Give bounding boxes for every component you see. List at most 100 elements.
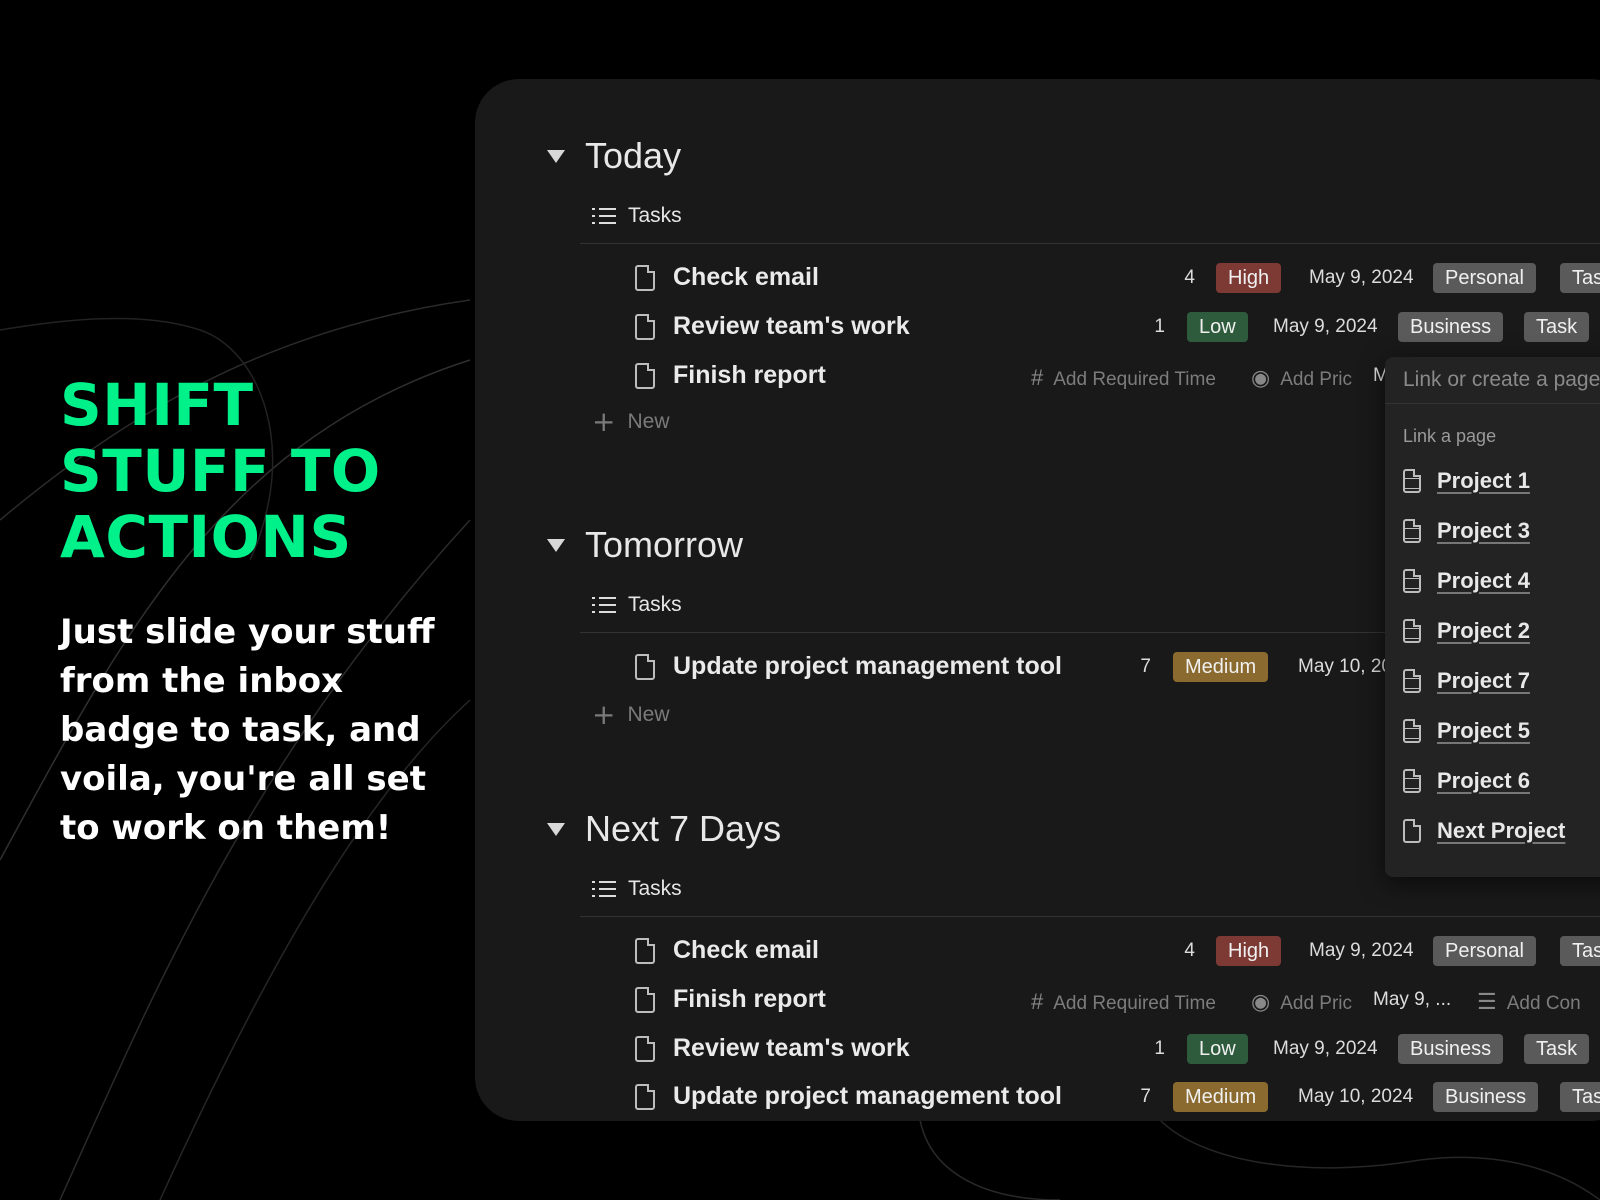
view-label: Tasks bbox=[628, 593, 682, 616]
section-toggle-tomorrow[interactable]: Tomorrow bbox=[547, 520, 743, 570]
priority-badge[interactable]: Low bbox=[1187, 1034, 1248, 1064]
view-label: Tasks bbox=[628, 204, 682, 227]
popup-item-project-1[interactable]: Project 1 bbox=[1385, 456, 1600, 506]
table-row[interactable]: Review team's work 1 Low May 9, 2024 Bus… bbox=[635, 308, 1600, 348]
table-row[interactable]: Finish report # Add Required Time ◉ Add Pr… bbox=[635, 981, 1600, 1021]
hero-body: Just slide your stuff from the inbox bad… bbox=[60, 612, 435, 848]
hash-icon: # bbox=[1031, 365, 1044, 390]
required-time[interactable]: 7 bbox=[1121, 656, 1151, 678]
required-time[interactable]: 7 bbox=[1121, 1086, 1151, 1108]
due-date[interactable]: May 9, ... bbox=[1373, 989, 1451, 1011]
popup-item-label: Next Project bbox=[1437, 818, 1566, 843]
view-tab-tasks[interactable]: Tasks bbox=[592, 874, 682, 904]
popup-item-project-2[interactable]: Project 2 bbox=[1385, 606, 1600, 656]
list-icon: ☰ bbox=[1477, 989, 1497, 1014]
area-tag[interactable]: Business bbox=[1433, 1082, 1539, 1112]
view-label: Tasks bbox=[628, 877, 682, 900]
section-toggle-next-7-days[interactable]: Next 7 Days bbox=[547, 804, 781, 854]
task-name[interactable]: Update project management tool bbox=[673, 652, 1062, 681]
due-date[interactable]: May 9, 2024 bbox=[1309, 267, 1414, 289]
popup-item-label: Project 4 bbox=[1437, 568, 1530, 593]
circle-chevron-icon: ◉ bbox=[1251, 365, 1271, 390]
new-label: New bbox=[627, 410, 670, 433]
popup-item-label: Project 6 bbox=[1437, 768, 1530, 793]
popup-item-project-5[interactable]: Project 5 bbox=[1385, 706, 1600, 756]
task-name[interactable]: Finish report bbox=[673, 985, 826, 1014]
hero-title-line: SHIFT bbox=[60, 371, 254, 439]
priority-badge[interactable]: High bbox=[1216, 936, 1282, 966]
hero-title-line: ACTIONS bbox=[60, 503, 352, 571]
required-time[interactable]: 4 bbox=[1165, 267, 1195, 289]
list-icon bbox=[592, 596, 616, 614]
page-icon bbox=[635, 265, 655, 291]
plus-icon: + bbox=[592, 405, 616, 438]
add-required-time-label: Add Required Time bbox=[1053, 369, 1216, 390]
table-row[interactable]: Review team's work 1 Low May 9, 2024 Bus… bbox=[635, 1030, 1600, 1070]
view-tab-tasks[interactable]: Tasks bbox=[592, 201, 682, 231]
add-context[interactable]: ☰ Add Con bbox=[1477, 989, 1581, 1015]
caret-down-icon bbox=[547, 149, 565, 163]
page-icon bbox=[635, 654, 655, 680]
popup-item-project-7[interactable]: Project 7 bbox=[1385, 656, 1600, 706]
type-tag[interactable]: Task bbox=[1524, 1034, 1590, 1064]
page-icon bbox=[1403, 819, 1421, 843]
area-tag[interactable]: Business bbox=[1398, 1034, 1504, 1064]
due-date[interactable]: May 10, 2024 bbox=[1298, 1086, 1413, 1108]
priority-badge[interactable]: Medium bbox=[1173, 652, 1269, 682]
popup-item-label: Project 5 bbox=[1437, 718, 1530, 743]
page-icon bbox=[635, 1084, 655, 1110]
type-tag[interactable]: Tas bbox=[1560, 1082, 1600, 1112]
list-icon bbox=[592, 880, 616, 898]
section-toggle-today[interactable]: Today bbox=[547, 131, 681, 181]
link-page-search-input[interactable] bbox=[1401, 367, 1600, 393]
add-required-time[interactable]: # Add Required Time bbox=[1031, 989, 1216, 1015]
due-date[interactable]: May 9, 2024 bbox=[1309, 940, 1414, 962]
new-row-button[interactable]: + New bbox=[592, 407, 669, 437]
due-date[interactable]: May 9, 2024 bbox=[1273, 1038, 1378, 1060]
priority-badge[interactable]: High bbox=[1216, 263, 1282, 293]
due-date[interactable]: May 10, 20 bbox=[1298, 656, 1392, 678]
priority-badge[interactable]: Medium bbox=[1173, 1082, 1269, 1112]
page-icon bbox=[1403, 519, 1421, 543]
task-name[interactable]: Check email bbox=[673, 936, 819, 965]
add-context-label: Add Con bbox=[1506, 993, 1581, 1014]
type-tag[interactable]: Tas bbox=[1560, 936, 1600, 966]
table-row[interactable]: Update project management tool 7 Medium … bbox=[635, 1078, 1600, 1118]
required-time[interactable]: 1 bbox=[1135, 1038, 1165, 1060]
task-name[interactable]: Check email bbox=[673, 263, 819, 292]
section-title: Tomorrow bbox=[585, 524, 744, 565]
circle-chevron-icon: ◉ bbox=[1251, 989, 1271, 1014]
table-row[interactable]: Check email 4 High May 9, 2024 Personal … bbox=[635, 932, 1600, 972]
task-name[interactable]: Review team's work bbox=[673, 312, 910, 341]
add-priority-label: Add Pric bbox=[1280, 369, 1353, 390]
page-icon bbox=[1403, 769, 1421, 793]
add-priority[interactable]: ◉ Add Pric bbox=[1251, 365, 1352, 391]
due-date[interactable]: May 9, 2024 bbox=[1273, 316, 1378, 338]
task-name[interactable]: Review team's work bbox=[673, 1034, 910, 1063]
popup-item-project-6[interactable]: Project 6 bbox=[1385, 756, 1600, 806]
link-page-popup: Link a page Project 1 Project 3 Project … bbox=[1385, 357, 1600, 877]
task-name[interactable]: Update project management tool bbox=[673, 1082, 1062, 1111]
divider bbox=[580, 916, 1600, 917]
area-tag[interactable]: Personal bbox=[1433, 936, 1536, 966]
popup-item-project-3[interactable]: Project 3 bbox=[1385, 506, 1600, 556]
page-icon bbox=[1403, 719, 1421, 743]
new-row-button[interactable]: + New bbox=[592, 700, 669, 730]
caret-down-icon bbox=[547, 822, 565, 836]
table-row[interactable]: Check email 4 High May 9, 2024 Personal … bbox=[635, 259, 1600, 299]
task-name[interactable]: Finish report bbox=[673, 361, 826, 390]
priority-badge[interactable]: Low bbox=[1187, 312, 1248, 342]
area-tag[interactable]: Business bbox=[1398, 312, 1504, 342]
popup-item-next-project[interactable]: Next Project bbox=[1385, 806, 1600, 856]
add-priority[interactable]: ◉ Add Pric bbox=[1251, 989, 1352, 1015]
view-tab-tasks[interactable]: Tasks bbox=[592, 590, 682, 620]
area-tag[interactable]: Personal bbox=[1433, 263, 1536, 293]
popup-item-project-4[interactable]: Project 4 bbox=[1385, 556, 1600, 606]
type-tag[interactable]: Task bbox=[1524, 312, 1590, 342]
popup-item-label: Project 7 bbox=[1437, 668, 1530, 693]
required-time[interactable]: 4 bbox=[1165, 940, 1195, 962]
required-time[interactable]: 1 bbox=[1135, 316, 1165, 338]
add-required-time[interactable]: # Add Required Time bbox=[1031, 365, 1216, 391]
type-tag[interactable]: Tas bbox=[1560, 263, 1600, 293]
notion-board-panel: Today Tasks Check email 4 High May 9, 20… bbox=[475, 79, 1600, 1121]
